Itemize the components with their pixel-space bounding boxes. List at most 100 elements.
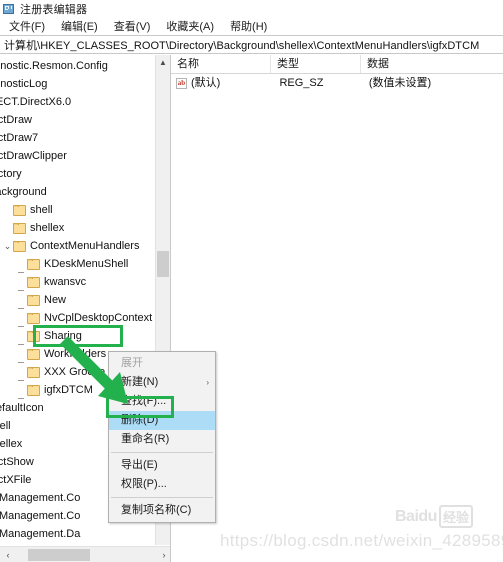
tree-item[interactable]: kwansvc bbox=[0, 273, 157, 291]
context-menu-item-label: 展开 bbox=[121, 357, 143, 369]
string-value-icon: ab bbox=[175, 77, 187, 89]
tree-item-label: DefaultIcon bbox=[0, 402, 44, 414]
tree-vscroll-thumb[interactable] bbox=[156, 251, 169, 277]
tree-item-label: shellex bbox=[30, 222, 65, 234]
folder-icon bbox=[27, 384, 40, 396]
context-menu-item-label: 删除(D) bbox=[121, 414, 159, 426]
folder-icon bbox=[27, 258, 40, 270]
context-menu-item[interactable]: 新建(N) › bbox=[109, 373, 215, 392]
tree-item-label: Background bbox=[0, 186, 47, 198]
tree-item-label: KDeskMenuShell bbox=[44, 258, 129, 270]
address-bar[interactable]: 计算机\HKEY_CLASSES_ROOT\Directory\Backgrou… bbox=[0, 35, 503, 54]
tree-item-label: kwansvc bbox=[44, 276, 87, 288]
context-menu-item-label: 权限(P)... bbox=[121, 478, 167, 490]
tree-item[interactable]: RECT.DirectX6.0 bbox=[0, 93, 157, 111]
tree-item-label: rectory bbox=[0, 168, 22, 180]
folder-icon bbox=[27, 276, 40, 288]
address-path: 计算机\HKEY_CLASSES_ROOT\Directory\Backgrou… bbox=[4, 39, 480, 52]
scroll-right-arrow-icon[interactable]: › bbox=[156, 550, 170, 560]
folder-icon bbox=[27, 312, 40, 324]
column-header-data[interactable]: 数据 bbox=[361, 55, 502, 73]
tree-item[interactable]: rectDrawClipper bbox=[0, 147, 157, 165]
folder-icon bbox=[27, 330, 40, 342]
tree-item-label: rectDraw bbox=[0, 114, 33, 126]
context-menu-item[interactable]: 导出(E) bbox=[109, 456, 215, 475]
menu-item-help[interactable]: 帮助(H) bbox=[229, 17, 268, 35]
column-header-name[interactable]: 名称 bbox=[171, 55, 271, 73]
menu-item-edit[interactable]: 编辑(E) bbox=[60, 17, 99, 35]
context-menu-item-label: 重命名(R) bbox=[121, 433, 170, 445]
tree-item[interactable]: Background bbox=[0, 183, 157, 201]
tree-item[interactable]: NvCplDesktopContext bbox=[0, 309, 157, 327]
tree-item[interactable]: rectory bbox=[0, 165, 157, 183]
tree-item[interactable]: shell bbox=[0, 201, 157, 219]
tree-item-label: skManagement.Da bbox=[0, 528, 81, 540]
context-menu-item-label: 复制项名称(C) bbox=[121, 504, 192, 516]
tree-item[interactable]: ⌄ ContextMenuHandlers bbox=[0, 237, 157, 255]
tree-item[interactable]: rectDraw bbox=[0, 111, 157, 129]
chevron-down-icon[interactable]: ⌄ bbox=[2, 237, 13, 255]
values-table-row[interactable]: ab (默认) REG_SZ (数值未设置) bbox=[170, 74, 503, 92]
tree-item[interactable]: agnostic.Resmon.Config bbox=[0, 57, 157, 75]
scroll-left-arrow-icon[interactable]: ‹ bbox=[0, 550, 16, 560]
window-title: 注册表编辑器 bbox=[20, 4, 88, 16]
tree-item-label: New bbox=[44, 294, 67, 306]
context-menu-item-label: 新建(N) bbox=[121, 376, 159, 388]
menu-item-favorites[interactable]: 收藏夹(A) bbox=[165, 17, 215, 35]
tree-hscroll-track[interactable] bbox=[16, 547, 156, 562]
column-header-type[interactable]: 类型 bbox=[271, 55, 361, 73]
menu-separator bbox=[111, 452, 213, 453]
context-menu-item[interactable]: 查找(F)... bbox=[109, 392, 215, 411]
context-menu-item[interactable]: 重命名(R) bbox=[109, 430, 215, 449]
chevron-right-icon: › bbox=[206, 378, 209, 387]
registry-values-panel: 名称 类型 数据 ab (默认) REG_SZ (数值未设置) bbox=[170, 55, 503, 562]
context-menu-item-label: 查找(F)... bbox=[121, 395, 167, 407]
context-menu-item[interactable]: 复制项名称(C) bbox=[109, 501, 215, 520]
tree-item[interactable]: KDeskMenuShell bbox=[0, 255, 157, 273]
folder-icon bbox=[27, 348, 40, 360]
tree-item-label: rectDrawClipper bbox=[0, 150, 67, 162]
tree-item[interactable]: skManagement.Sn bbox=[0, 543, 157, 545]
tree-item-label: agnostic.Resmon.Config bbox=[0, 60, 108, 72]
context-menu-item[interactable]: 权限(P)... bbox=[109, 475, 215, 494]
tree-item[interactable]: New bbox=[0, 291, 157, 309]
title-bar: 注册表编辑器 bbox=[0, 0, 503, 17]
tree-item-label: igfxDTCM bbox=[44, 384, 93, 396]
scroll-up-arrow-icon[interactable]: ▲ bbox=[156, 55, 170, 70]
folder-icon bbox=[27, 366, 40, 378]
tree-item-label: rectDraw7 bbox=[0, 132, 39, 144]
value-data: (数值未设置) bbox=[368, 77, 432, 89]
tree-item-label: rectShow bbox=[0, 456, 34, 468]
menu-bar: 文件(F) 编辑(E) 查看(V) 收藏夹(A) 帮助(H) bbox=[0, 17, 503, 35]
tree-item[interactable]: Sharing bbox=[0, 327, 157, 345]
menu-item-file[interactable]: 文件(F) bbox=[8, 17, 46, 35]
main-content: agnostic.Resmon.Config agnosticLog RECT.Di… bbox=[0, 55, 503, 562]
tree-item-label: shell bbox=[30, 204, 53, 216]
tree-item-label: RECT.DirectX6.0 bbox=[0, 96, 72, 108]
folder-icon bbox=[13, 240, 26, 252]
tree-item[interactable]: agnosticLog bbox=[0, 75, 157, 93]
value-name: (默认) bbox=[190, 77, 221, 89]
tree-item[interactable]: shellex bbox=[0, 219, 157, 237]
tree-item-label: WorkFolders bbox=[44, 348, 107, 360]
values-column-header: 名称 类型 数据 bbox=[170, 55, 503, 74]
tree-horizontal-scrollbar[interactable]: ‹ › bbox=[0, 546, 170, 562]
tree-item[interactable]: rectDraw7 bbox=[0, 129, 157, 147]
folder-icon bbox=[27, 294, 40, 306]
tree-item-label: agnosticLog bbox=[0, 78, 48, 90]
menu-separator bbox=[111, 497, 213, 498]
context-menu-item: 展开 bbox=[109, 354, 215, 373]
folder-icon bbox=[13, 222, 26, 234]
tree-item-label: skManagement.Sn bbox=[0, 543, 80, 545]
tree-item-label: shell bbox=[0, 420, 11, 432]
tree-item-label: NvCplDesktopContext bbox=[44, 312, 153, 324]
tree-item[interactable]: skManagement.Da bbox=[0, 525, 157, 543]
registry-context-menu: 展开新建(N) › 查找(F)... 删除(D) 重命名(R) 导出(E) 权限(P)...… bbox=[108, 351, 216, 523]
registry-editor-icon bbox=[3, 3, 15, 15]
context-menu-item[interactable]: 删除(D) bbox=[109, 411, 215, 430]
tree-item-label: rectXFile bbox=[0, 474, 32, 486]
tree-hscroll-thumb[interactable] bbox=[28, 548, 90, 561]
tree-item-label: skManagement.Co bbox=[0, 510, 81, 522]
menu-item-view[interactable]: 查看(V) bbox=[113, 17, 152, 35]
tree-item-label: Sharing bbox=[44, 330, 82, 342]
